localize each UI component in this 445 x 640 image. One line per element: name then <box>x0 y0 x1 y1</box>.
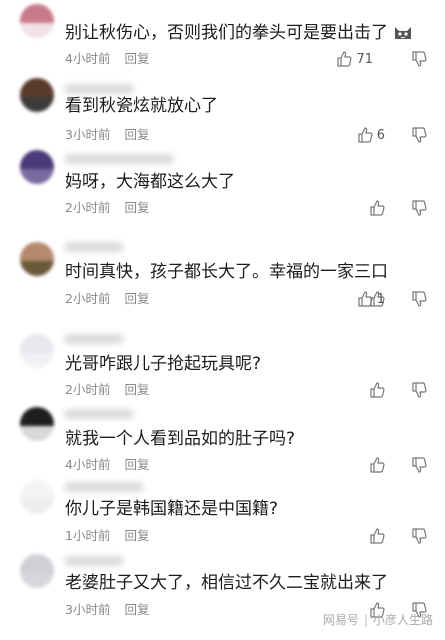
dislike-button[interactable] <box>411 457 427 473</box>
watermark-author: 小彦人生路 <box>372 613 433 627</box>
comment-meta: 4小时前 回复 <box>65 457 149 473</box>
username-blurred <box>64 409 134 419</box>
timestamp: 1小时前 <box>65 528 111 543</box>
timestamp: 4小时前 <box>65 457 111 472</box>
like-button[interactable]: 1 <box>357 290 385 308</box>
watermark-separator: | <box>363 612 368 627</box>
dislike-button[interactable] <box>411 291 427 307</box>
comment-item: 妈呀，大海都这么大了 2小时前 回复 <box>0 148 445 228</box>
avatar[interactable] <box>20 242 54 276</box>
timestamp: 2小时前 <box>65 200 111 215</box>
username-blurred <box>64 154 174 164</box>
thumbs-up-icon <box>358 127 373 143</box>
comment-meta: 3小时前 回复 <box>65 127 149 143</box>
avatar[interactable] <box>20 4 54 38</box>
avatar[interactable] <box>20 554 54 588</box>
watermark: 网易号 | 小彦人生路 <box>323 611 433 628</box>
username-blurred <box>64 482 144 492</box>
thumbs-down-icon <box>412 51 427 67</box>
timestamp: 4小时前 <box>65 51 111 66</box>
username-blurred <box>64 556 124 566</box>
comment-meta: 1小时前 回复 <box>65 528 149 544</box>
timestamp: 3小时前 <box>65 602 111 617</box>
avatar[interactable] <box>20 334 54 368</box>
dislike-button[interactable] <box>411 382 427 398</box>
watermark-source: 网易号 <box>322 613 359 627</box>
like-button[interactable] <box>369 456 385 474</box>
thumbs-up-icon <box>370 457 385 473</box>
dislike-button[interactable] <box>411 127 427 143</box>
dislike-button[interactable] <box>411 51 427 67</box>
reply-button[interactable]: 回复 <box>124 127 149 143</box>
username-blurred <box>64 334 124 344</box>
like-button[interactable] <box>369 527 385 545</box>
thumbs-down-icon <box>412 457 427 473</box>
thumbs-up-icon <box>370 528 385 544</box>
comment-text: 老婆肚子又大了，相信过不久二宝就出来了 <box>65 573 388 593</box>
comment-text: 你儿子是韩国籍还是中国籍? <box>65 499 279 519</box>
thumbs-up-icon <box>337 51 352 67</box>
avatar[interactable] <box>20 407 54 441</box>
like-button[interactable] <box>369 381 385 399</box>
cat-emoji-icon <box>392 23 414 41</box>
comment-item: 看到秋瓷炫就放心了 3小时前 回复 6 <box>0 78 445 153</box>
thumbs-down-icon <box>412 382 427 398</box>
reply-button[interactable]: 回复 <box>124 457 149 473</box>
dislike-button[interactable] <box>411 528 427 544</box>
avatar[interactable] <box>20 150 54 184</box>
comment-text: 时间真快，孩子都长大了。幸福的一家三口 <box>65 262 388 282</box>
comment-meta: 2小时前 回复 <box>65 200 149 216</box>
username-blurred <box>64 242 124 252</box>
thumbs-up-icon <box>370 200 385 216</box>
reply-button[interactable]: 回复 <box>124 51 149 67</box>
comment-item: 你儿子是韩国籍还是中国籍? 1小时前 回复 <box>0 478 445 550</box>
comment-meta: 2小时前 回复 <box>65 382 149 398</box>
comment-text: 妈呀，大海都这么大了 <box>65 172 235 192</box>
comment-text: 别让秋伤心，否则我们的拳头可是要出击了 <box>65 22 411 44</box>
thumbs-down-icon <box>412 127 427 143</box>
reply-button[interactable]: 回复 <box>124 602 149 618</box>
like-button[interactable] <box>369 199 385 217</box>
thumbs-down-icon <box>412 200 427 216</box>
comment-text: 光哥咋跟儿子抢起玩具呢? <box>65 354 262 374</box>
reply-button[interactable]: 回复 <box>124 528 149 544</box>
comment-meta: 3小时前 回复 <box>65 602 149 618</box>
comment-list: 别让秋伤心，否则我们的拳头可是要出击了 4小时前 回复 71 看到秋瓷炫就放心了 … <box>0 0 445 640</box>
like-button[interactable]: 71 <box>336 50 373 68</box>
comment-item: 别让秋伤心，否则我们的拳头可是要出击了 4小时前 回复 71 <box>0 0 445 80</box>
timestamp: 2小时前 <box>65 291 111 306</box>
avatar[interactable] <box>20 78 54 112</box>
thumbs-down-icon <box>412 291 427 307</box>
avatar[interactable] <box>20 480 54 514</box>
like-button[interactable]: 6 <box>357 126 385 144</box>
reply-button[interactable]: 回复 <box>124 382 149 398</box>
comment-meta: 4小时前 回复 <box>65 51 149 67</box>
dislike-button[interactable] <box>411 200 427 216</box>
comment-text: 看到秋瓷炫就放心了 <box>65 96 218 116</box>
thumbs-up-icon <box>358 291 373 307</box>
username-blurred <box>64 84 134 94</box>
reply-button[interactable]: 回复 <box>124 200 149 216</box>
timestamp: 2小时前 <box>65 382 111 397</box>
timestamp: 3小时前 <box>65 127 111 142</box>
comment-meta: 2小时前 回复 <box>65 291 149 307</box>
like-count: 71 <box>356 51 373 67</box>
comment-text: 就我一个人看到品如的肚子吗? <box>65 429 296 449</box>
like-count: 6 <box>376 127 385 143</box>
thumbs-down-icon <box>412 528 427 544</box>
thumbs-up-icon <box>370 382 385 398</box>
like-count: 1 <box>376 291 385 307</box>
comment-item: 就我一个人看到品如的肚子吗? 4小时前 回复 <box>0 405 445 480</box>
reply-button[interactable]: 回复 <box>124 291 149 307</box>
